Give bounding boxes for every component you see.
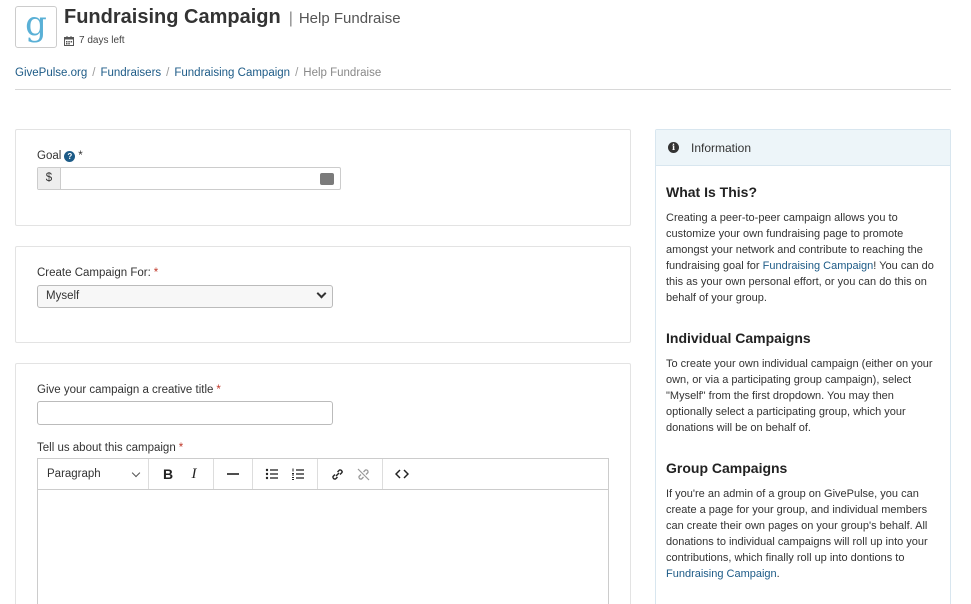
link-icon [331,468,343,480]
chevron-down-icon [131,468,141,477]
text-style-group: B I [149,459,214,489]
days-left-text: 7 days left [79,35,125,46]
header: Fundraising Campaign | Help Fundraise 7 … [64,6,401,46]
required-marker: * [153,267,159,279]
info-icon: i [668,142,679,153]
bullet-list-icon [265,468,278,480]
goal-label-text: Goal [37,150,62,162]
section-text-part: . [776,568,780,580]
editor-content-area[interactable] [38,490,608,604]
create-for-label-text: Create Campaign For: [37,267,151,279]
required-marker: * [178,442,184,454]
days-left: 7 days left [64,35,401,46]
logo-letter: g [25,4,47,44]
title-separator: | [288,10,293,27]
calendar-icon [64,35,74,46]
required-marker: * [216,384,221,396]
help-icon[interactable]: ? [64,150,76,162]
goal-label: Goal ? * [37,150,83,162]
horizontal-rule-button[interactable] [220,463,246,485]
campaign-title-input[interactable] [37,401,333,425]
required-marker: * [78,150,83,162]
editor-toolbar: Paragraph B I [38,459,608,490]
page-subtitle: Help Fundraise [298,10,401,27]
rule-group [214,459,253,489]
breadcrumb-separator: / [92,67,96,79]
list-group [253,459,318,489]
breadcrumb: GivePulse.org / Fundraisers / Fundraising Ca… [15,67,381,79]
paragraph-format-label: Paragraph [47,468,101,480]
title-label-text: Give your campaign a creative title [37,384,214,396]
section-heading: What Is This? [666,184,757,200]
information-sidebar: i Information What Is This? Creating a p… [655,129,951,604]
goal-input[interactable] [61,168,320,189]
code-group [383,459,421,489]
chevron-down-icon [316,288,327,299]
information-header: i Information [656,130,950,166]
paragraph-format-dropdown[interactable]: Paragraph [38,459,149,489]
unlink-button[interactable] [350,463,376,485]
horizontal-rule-icon [227,473,239,475]
goal-field: $ [37,167,341,190]
fundraising-campaign-link[interactable]: Fundraising Campaign [763,260,874,272]
section-text: If you're an admin of a group on GivePul… [666,486,940,582]
logo[interactable]: g [15,6,57,48]
breadcrumb-item-fundraisers[interactable]: Fundraisers [100,67,161,79]
create-for-panel: Create Campaign For: * Myself [15,246,631,343]
section-text-part: If you're an admin of a group on GivePul… [666,488,928,564]
numbered-list-button[interactable] [285,463,311,485]
campaign-details-panel: Give your campaign a creative title * Te… [15,363,631,604]
section-text: Creating a peer-to-peer campaign allows … [666,210,940,306]
breadcrumb-separator: / [295,67,299,79]
goal-panel: Goal ? * $ [15,129,631,226]
about-label-text: Tell us about this campaign [37,442,176,454]
breadcrumb-separator: / [166,67,170,79]
code-icon [395,469,409,479]
breadcrumb-item-current: Help Fundraise [303,67,382,79]
italic-button[interactable]: I [181,463,207,485]
create-for-select[interactable]: Myself [37,285,333,308]
section-text: To create your own individual campaign (… [666,358,933,434]
page-title: Fundraising Campaign [64,6,281,28]
header-divider [15,89,951,90]
rich-text-editor: Paragraph B I [37,458,609,604]
numbered-list-icon [292,468,304,480]
create-for-label: Create Campaign For: * [37,267,158,279]
link-button[interactable] [324,463,350,485]
about-label: Tell us about this campaign * [37,442,183,454]
breadcrumb-item-givepulse[interactable]: GivePulse.org [15,67,87,79]
keyboard-icon [320,173,334,185]
bullet-list-button[interactable] [259,463,285,485]
fundraising-campaign-link[interactable]: Fundraising Campaign [666,568,777,580]
bold-button[interactable]: B [155,463,181,485]
section-heading: Group Campaigns [666,460,788,476]
breadcrumb-item-fundraising-campaign[interactable]: Fundraising Campaign [174,67,290,79]
section-heading: Individual Campaigns [666,330,811,346]
currency-addon: $ [38,168,61,189]
title-label: Give your campaign a creative title * [37,384,221,396]
link-group [318,459,383,489]
code-view-button[interactable] [389,463,415,485]
information-title: Information [691,140,752,155]
unlink-icon [357,468,369,480]
create-for-selected: Myself [46,290,80,302]
